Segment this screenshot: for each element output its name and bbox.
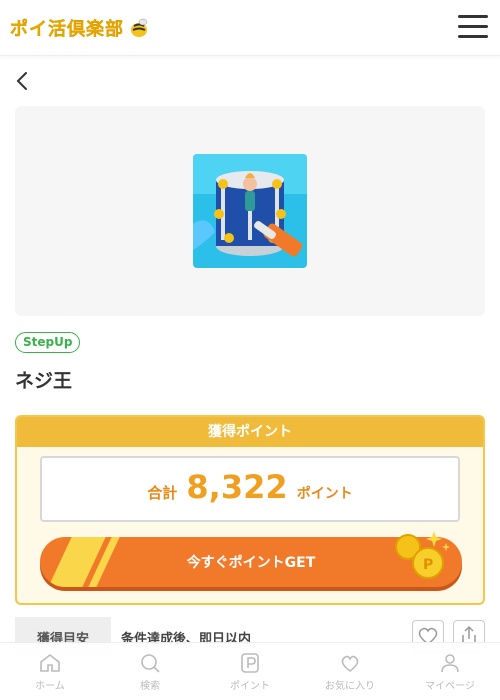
tab-search[interactable]: 検索	[100, 643, 200, 700]
chevron-left-icon	[16, 72, 27, 90]
tab-mypage-label: マイページ	[425, 681, 475, 692]
points-panel: 獲得ポイント 合計 8,322 ポイント 今すぐポイントGET P	[15, 415, 485, 605]
tab-points[interactable]: ポイント	[200, 643, 300, 700]
user-icon	[441, 654, 459, 673]
offer-title: ネジ王	[15, 370, 73, 392]
coins-icon: P	[395, 531, 450, 579]
tab-favorites-label: お気に入り	[325, 681, 375, 692]
points-header: 獲得ポイント	[17, 417, 483, 447]
total-points-value: 8,322	[186, 468, 288, 506]
tab-home-label: ホーム	[35, 681, 65, 692]
back-button[interactable]	[14, 70, 34, 92]
total-label: 合計	[147, 484, 178, 502]
tab-favorites[interactable]: お気に入り	[300, 643, 400, 700]
tab-home[interactable]: ホーム	[0, 643, 100, 700]
home-icon	[40, 653, 60, 672]
logo-text: ポイ活倶楽部	[10, 19, 124, 40]
app-icon-image	[193, 154, 307, 268]
heart-icon	[341, 655, 359, 673]
total-points-unit: ポイント	[296, 486, 353, 502]
svg-text:P: P	[423, 557, 433, 573]
tab-mypage[interactable]: マイページ	[400, 643, 500, 700]
offer-banner	[15, 106, 485, 316]
tab-points-label: ポイント	[230, 681, 270, 692]
tab-search-label: 検索	[140, 681, 160, 692]
search-icon	[141, 654, 160, 673]
app-header: ポイ活倶楽部	[0, 0, 500, 56]
bee-icon	[131, 18, 148, 37]
bottom-tab-bar: ホーム 検索 ポイント お気に入り マイページ	[0, 642, 500, 700]
hamburger-menu-icon[interactable]	[458, 15, 488, 41]
site-logo[interactable]: ポイ活倶楽部	[10, 15, 150, 41]
stepup-tag: StepUp	[15, 332, 81, 353]
point-icon	[241, 653, 259, 673]
total-points-box: 合計 8,322 ポイント	[40, 456, 460, 522]
